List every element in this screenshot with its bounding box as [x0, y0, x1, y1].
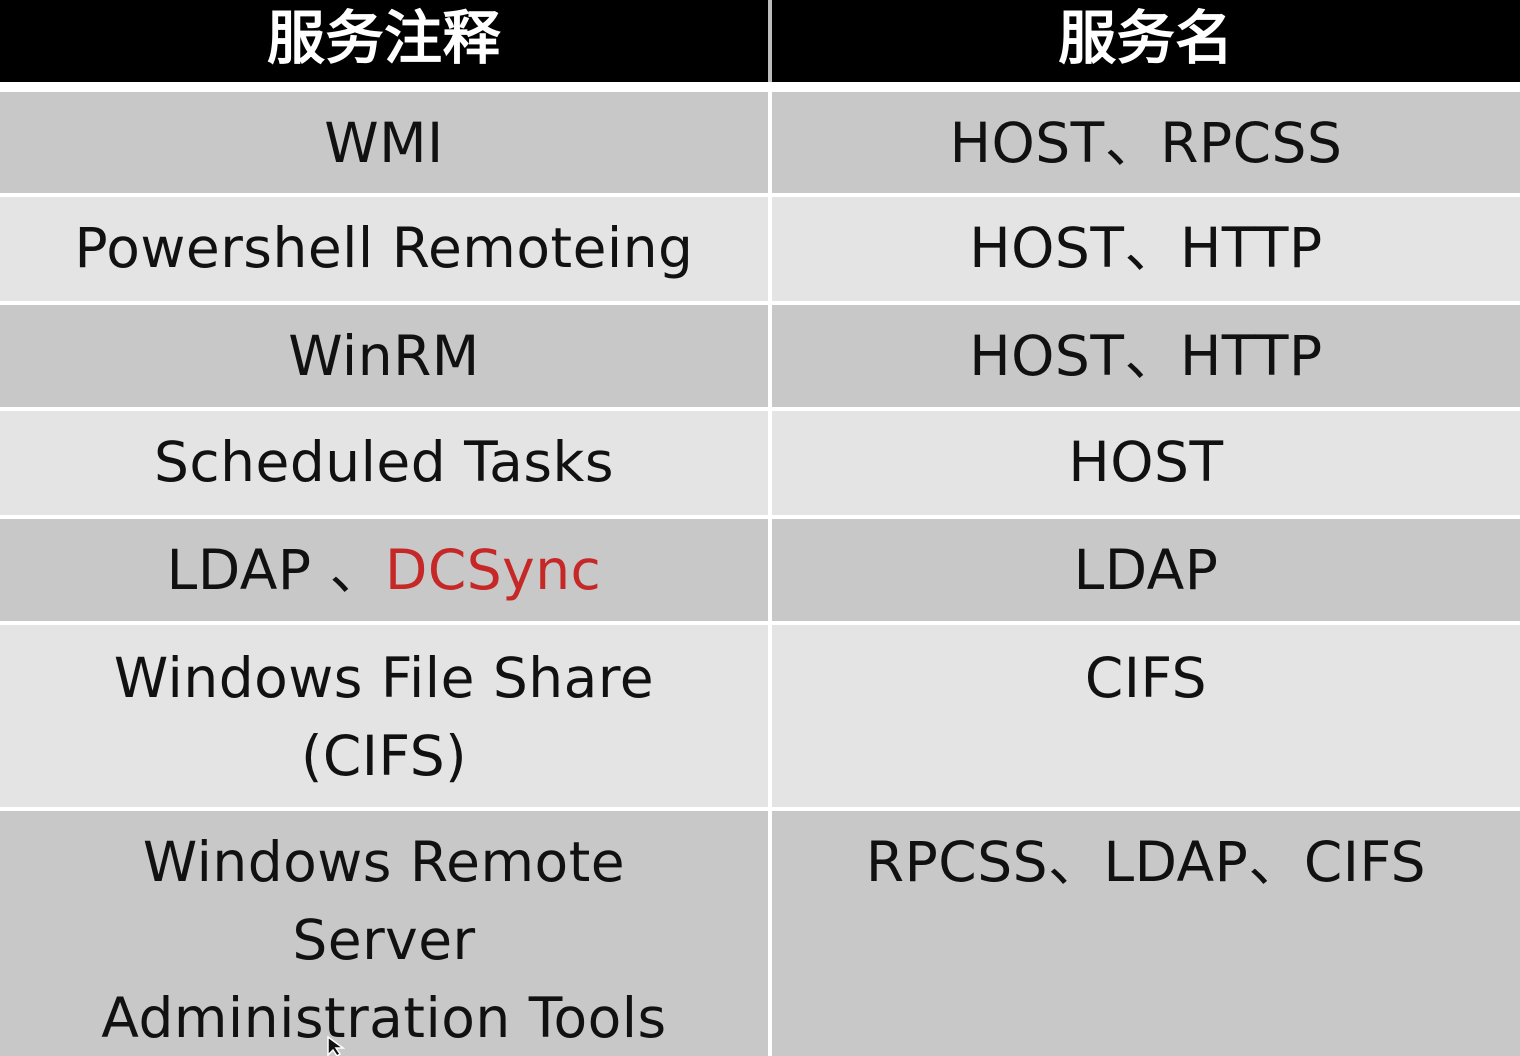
- header-service-note: 服务注释: [266, 4, 501, 72]
- table-row: WinRM HOST、HTTP: [0, 305, 1520, 407]
- header-service-name: 服务名: [768, 0, 1520, 82]
- service-name-cell: RPCSS、LDAP、CIFS: [768, 811, 1520, 1056]
- service-note-cell: Windows File Share (CIFS): [0, 625, 768, 807]
- table-row: Scheduled Tasks HOST: [0, 411, 1520, 515]
- service-name-cell: LDAP: [768, 519, 1520, 621]
- service-note-dcsync-highlight: DCSync: [384, 538, 602, 602]
- table-row: Powershell Remoteing HOST、HTTP: [0, 197, 1520, 301]
- service-name-cell: CIFS: [768, 625, 1520, 807]
- service-note-cell: Windows Remote Server Administration Too…: [0, 811, 768, 1056]
- service-note-line: (CIFS): [300, 724, 468, 788]
- service-note-cell: WinRM: [288, 324, 480, 388]
- service-name-cell: HOST: [768, 411, 1520, 515]
- service-note-line: Windows File Share: [113, 646, 655, 710]
- service-note-line: Administration Tools: [101, 986, 667, 1050]
- service-note-cell: Powershell Remoteing: [74, 216, 694, 280]
- table-row: LDAP 、DCSync LDAP: [0, 519, 1520, 621]
- service-table: 服务注释 服务名 WMI HOST、RPCSS Powershell Remot…: [0, 0, 1520, 1056]
- mouse-cursor-icon: [327, 1036, 346, 1056]
- service-note-line: Server: [292, 908, 476, 972]
- service-note-cell: WMI: [324, 111, 444, 175]
- table-row: Windows Remote Server Administration Too…: [0, 811, 1520, 1056]
- service-name-cell: HOST、HTTP: [768, 197, 1520, 301]
- header-divider: [0, 82, 1520, 92]
- service-name-cell: HOST、HTTP: [768, 305, 1520, 407]
- service-note-ldap: LDAP 、: [166, 538, 385, 602]
- service-note-cell: Scheduled Tasks: [154, 430, 614, 494]
- table-row: WMI HOST、RPCSS: [0, 92, 1520, 193]
- service-note-cell: LDAP 、DCSync: [0, 519, 768, 621]
- table-row: Windows File Share (CIFS) CIFS: [0, 625, 1520, 807]
- service-note-line: Windows Remote: [142, 830, 626, 894]
- service-name-cell: HOST、RPCSS: [768, 92, 1520, 193]
- table-header: 服务注释 服务名: [0, 0, 1520, 82]
